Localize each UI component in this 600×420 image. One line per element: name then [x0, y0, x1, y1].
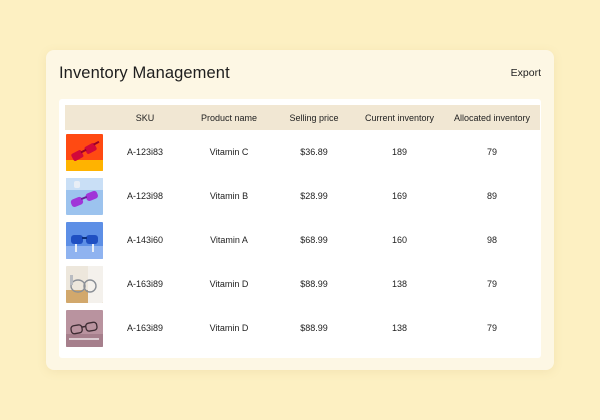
cell-sku: A-123i83: [126, 147, 164, 157]
cell-allocated-inventory: 79: [486, 279, 497, 289]
page-title: Inventory Management: [59, 64, 230, 82]
cell-current-inventory: 169: [391, 191, 408, 201]
table-row[interactable]: A-163i89 Vitamin D $88.99 138 79: [65, 306, 540, 350]
cell-current-inventory: 138: [391, 279, 408, 289]
product-thumbnail-cell: [65, 262, 105, 306]
cell-allocated-inventory: 79: [486, 323, 497, 333]
product-thumbnail-cell: [65, 130, 105, 174]
cell-current-inventory: 138: [391, 323, 408, 333]
cell-selling-price: $36.89: [300, 147, 328, 157]
cell-product-name: Vitamin A: [210, 235, 248, 245]
table-row[interactable]: A-163i89 Vitamin D $88.99 138 79: [65, 262, 540, 306]
cell-selling-price: $28.99: [300, 191, 328, 201]
inventory-table-container: SKU Product name Selling price Current i…: [59, 99, 541, 358]
cell-allocated-inventory: 79: [486, 147, 497, 157]
table-row[interactable]: A-143i60 Vitamin A $68.99 160 98: [65, 218, 540, 262]
inventory-table: SKU Product name Selling price Current i…: [65, 105, 540, 350]
column-header-sku[interactable]: SKU: [105, 105, 185, 130]
inventory-card: Inventory Management Export SKU Product …: [46, 50, 554, 370]
column-header-current-inventory[interactable]: Current inventory: [355, 105, 444, 130]
table-header-row: SKU Product name Selling price Current i…: [65, 105, 540, 130]
column-header-selling-price[interactable]: Selling price: [273, 105, 355, 130]
cell-current-inventory: 160: [391, 235, 408, 245]
product-image-sunglasses-purple: [66, 177, 103, 215]
table-row[interactable]: A-123i98 Vitamin B $28.99 169 89: [65, 174, 540, 218]
cell-product-name: Vitamin D: [209, 323, 249, 333]
product-image-sunglasses-blue: [66, 221, 103, 259]
cell-selling-price: $88.99: [300, 323, 328, 333]
cell-allocated-inventory: 89: [486, 191, 497, 201]
product-thumbnail-cell: [65, 174, 105, 218]
product-image-glasses-mauve: [66, 309, 103, 347]
cell-product-name: Vitamin B: [209, 191, 249, 201]
product-image-sunglasses-clear: [66, 265, 103, 303]
cell-selling-price: $88.99: [300, 279, 328, 289]
cell-current-inventory: 189: [391, 147, 408, 157]
cell-sku: A-163i89: [126, 323, 164, 333]
product-image-sunglasses-red: [66, 133, 103, 171]
column-header-allocated-inventory[interactable]: Allocated inventory: [444, 105, 540, 130]
export-button[interactable]: Export: [511, 67, 541, 79]
cell-sku: A-143i60: [126, 235, 164, 245]
cell-sku: A-123i98: [126, 191, 164, 201]
product-thumbnail-cell: [65, 306, 105, 350]
table-row[interactable]: A-123i83 Vitamin C $36.89 189 79: [65, 130, 540, 174]
column-header-image: [65, 105, 105, 130]
cell-allocated-inventory: 98: [486, 235, 497, 245]
cell-product-name: Vitamin D: [209, 279, 249, 289]
cell-selling-price: $68.99: [300, 235, 328, 245]
product-thumbnail-cell: [65, 218, 105, 262]
cell-sku: A-163i89: [126, 279, 164, 289]
column-header-product-name[interactable]: Product name: [185, 105, 273, 130]
cell-product-name: Vitamin C: [209, 147, 249, 157]
